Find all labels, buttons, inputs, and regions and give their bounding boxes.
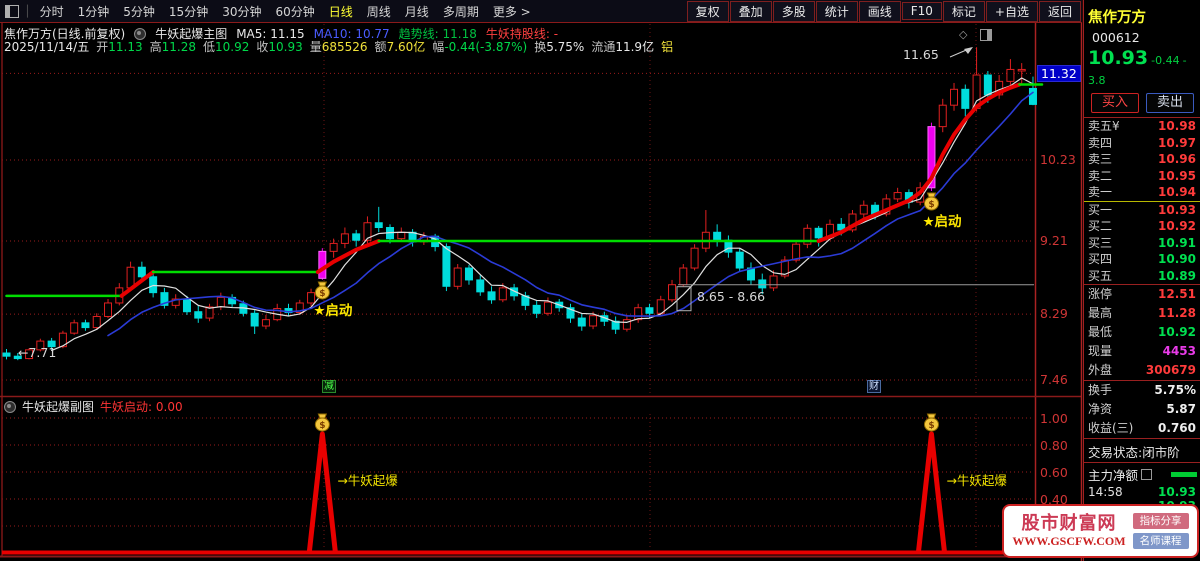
top-toolbar: │ 分时 1分钟 5分钟 15分钟 30分钟 60分钟 日线 周线 月线 多周期 更多 > 复权 叠加… [0,0,1082,23]
action-button-5[interactable]: F10 [901,2,942,20]
action-button-4[interactable]: 画线 [858,0,901,22]
stat-row: 涨停 12.51 [1088,287,1196,301]
period-tab-6[interactable]: 日线 [322,3,360,20]
action-button-0[interactable]: 复权 [686,0,729,22]
period-tab-5[interactable]: 60分钟 [268,3,321,20]
ask-level-row[interactable]: 卖二 10.95 [1084,168,1200,185]
stock-name-row: 焦作万方 000612 [1084,0,1200,47]
watermark-badge-1: 指标分享 [1132,513,1189,529]
svg-text:$: $ [928,421,934,431]
stat-row: 现量 4453 [1088,344,1196,358]
action-button-8[interactable]: 返回 [1038,0,1081,22]
watermark-title: 股市财富网 [1021,512,1117,534]
action-button-6[interactable]: 标记 [942,0,985,22]
period-tab-10[interactable]: 更多 > [486,3,538,20]
action-button-3[interactable]: 统计 [815,0,858,22]
launch-signal-label-2: ★启动 [922,213,962,230]
date-value: 2025/11/14/五 [4,40,90,54]
industry-tag: 铝 [661,40,674,54]
period-tab-3[interactable]: 15分钟 [162,3,215,20]
period-tab-0[interactable]: 分时 [33,3,71,20]
price-change: -0.44 [1151,54,1180,67]
price-axis-label: 9.21 [1040,233,1068,249]
stock-code: 000612 [1092,30,1140,45]
period-tab-9[interactable]: 多周期 [436,3,486,20]
stat-row: 最高 11.28 [1088,306,1196,320]
ask-level-row[interactable]: 卖三 10.96 [1084,151,1200,168]
price-axis-label: 8.29 [1040,306,1068,322]
window-layout-icon[interactable] [5,4,19,18]
stat-row: 最低 10.92 [1088,325,1196,339]
sell-button[interactable]: 卖出 [1146,93,1194,113]
low-price-annotation: ←7.71 [18,345,57,360]
stats-section-2: 换手 5.75% 净资 5.87 收益(三) 0.760 [1084,380,1200,438]
ask-level-row[interactable]: 卖五¥ 10.98 [1084,118,1200,135]
share-reduction-marker[interactable]: 减 [322,380,336,393]
trade-status-row: 交易状态:闭市阶 [1084,438,1200,462]
explosion-signal-label-2: →牛妖起爆 [946,473,1007,488]
flow-bar [1171,471,1197,477]
svg-text:$: $ [928,200,934,210]
period-tab-2[interactable]: 5分钟 [116,3,162,20]
stat-row: 换手 5.75% [1088,383,1196,397]
gap-range-annotation: 8.65 - 8.66 [697,289,766,304]
stock-name: 焦作万方 [1088,10,1146,26]
price-axis-label: 11.32 [1037,65,1081,83]
period-tab-1[interactable]: 1分钟 [71,3,117,20]
watermark: 股市财富网 WWW.GSCFW.COM 指标分享 名师课程 [1002,504,1199,558]
action-button-7[interactable]: +自选 [985,0,1038,22]
launch-signal-label-1: ★启动 [313,302,353,319]
svg-text:$: $ [319,421,325,431]
indicator-axis-label: 1.00 [1040,411,1068,426]
bid-levels: 买一 10.93 买二 10.92 买三 10.91 买四 10.90 买五 10.89 [1084,200,1200,285]
toolbar-separator: │ [24,4,31,18]
buy-button[interactable]: 买入 [1091,93,1139,113]
stat-row: 外盘 300679 [1088,363,1196,377]
sub-chart-header: 牛妖起爆副图 牛妖启动: 0.00 [4,398,183,415]
tick-row: 14:58 10.93 [1088,485,1196,499]
price-axis-label: 10.23 [1040,152,1076,167]
trading-app-window: $ $ $ $ │ 分时 1分钟 5分钟 15分钟 30分钟 60分钟 日线 周线 月线 多周期 更多 >… [0,0,1200,561]
watermark-url: WWW.GSCFW.COM [1012,533,1126,548]
toolbar-action-bar: 复权 叠加 多股 统计 画线 F10 标记 +自选 返回 [686,0,1082,22]
ask-level-row[interactable]: 卖四 10.97 [1084,135,1200,152]
indicator-axis-label: 0.80 [1040,438,1068,453]
bid-level-row[interactable]: 买四 10.90 [1084,251,1200,268]
period-tab-8[interactable]: 月线 [398,3,436,20]
sub-chart-title: 牛妖起爆副图 [22,400,95,414]
main-net-flow-row[interactable]: 主力净额 [1084,462,1200,485]
diamond-icon[interactable]: ◇ [959,28,967,41]
collapse-icon[interactable] [4,400,16,413]
bid-level-row[interactable]: 买五 10.89 [1084,268,1200,285]
stat-row: 收益(三) 0.760 [1088,421,1196,435]
quote-panel: 焦作万方 000612 10.93 -0.44 -3.8 买入 卖出 卖五¥ 10.98… [1083,0,1200,561]
flow-detail-icon[interactable] [1141,468,1153,480]
ask-levels: 卖五¥ 10.98 卖四 10.97 卖三 10.96 卖二 10.95 卖一 10.94 [1084,117,1200,201]
price-axis-label: 7.46 [1040,372,1068,388]
action-button-1[interactable]: 叠加 [729,0,772,22]
financial-report-marker[interactable]: 财 [867,380,881,393]
watermark-badge-2: 名师课程 [1132,533,1189,549]
action-button-2[interactable]: 多股 [772,0,815,22]
stats-section-1: 涨停 12.51 最高 11.28 最低 10.92 现量 4453 外盘 300679 [1084,284,1200,380]
ask-level-row[interactable]: 卖一 10.94 [1084,184,1200,201]
period-tab-7[interactable]: 周线 [360,3,398,20]
order-buttons: 买入 卖出 [1084,90,1200,117]
period-tab-bar: 分时 1分钟 5分钟 15分钟 30分钟 60分钟 日线 周线 月线 多周期 更多 > [33,3,538,20]
indicator-axis-label: 0.60 [1040,465,1068,480]
period-tab-4[interactable]: 30分钟 [215,3,268,20]
svg-text:$: $ [319,289,325,299]
sub-indicator-value: 牛妖启动: 0.00 [100,400,183,414]
price-row: 10.93 -0.44 -3.8 [1084,47,1200,90]
last-price: 10.93 [1088,47,1149,69]
bid-level-row[interactable]: 买三 10.91 [1084,235,1200,252]
bid-level-row[interactable]: 买一 10.93 [1084,202,1200,219]
high-price-annotation: 11.65 [903,47,939,62]
split-view-icon[interactable] [980,29,992,41]
ohlc-info-line: 2025/11/14/五 开11.13 高11.28 低10.92 收10.93… [4,40,674,54]
stat-row: 净资 5.87 [1088,402,1196,416]
candlestick-chart[interactable]: $ $ $ $ [0,0,1200,561]
explosion-signal-label-1: →牛妖起爆 [337,473,398,488]
bid-level-row[interactable]: 买二 10.92 [1084,218,1200,235]
